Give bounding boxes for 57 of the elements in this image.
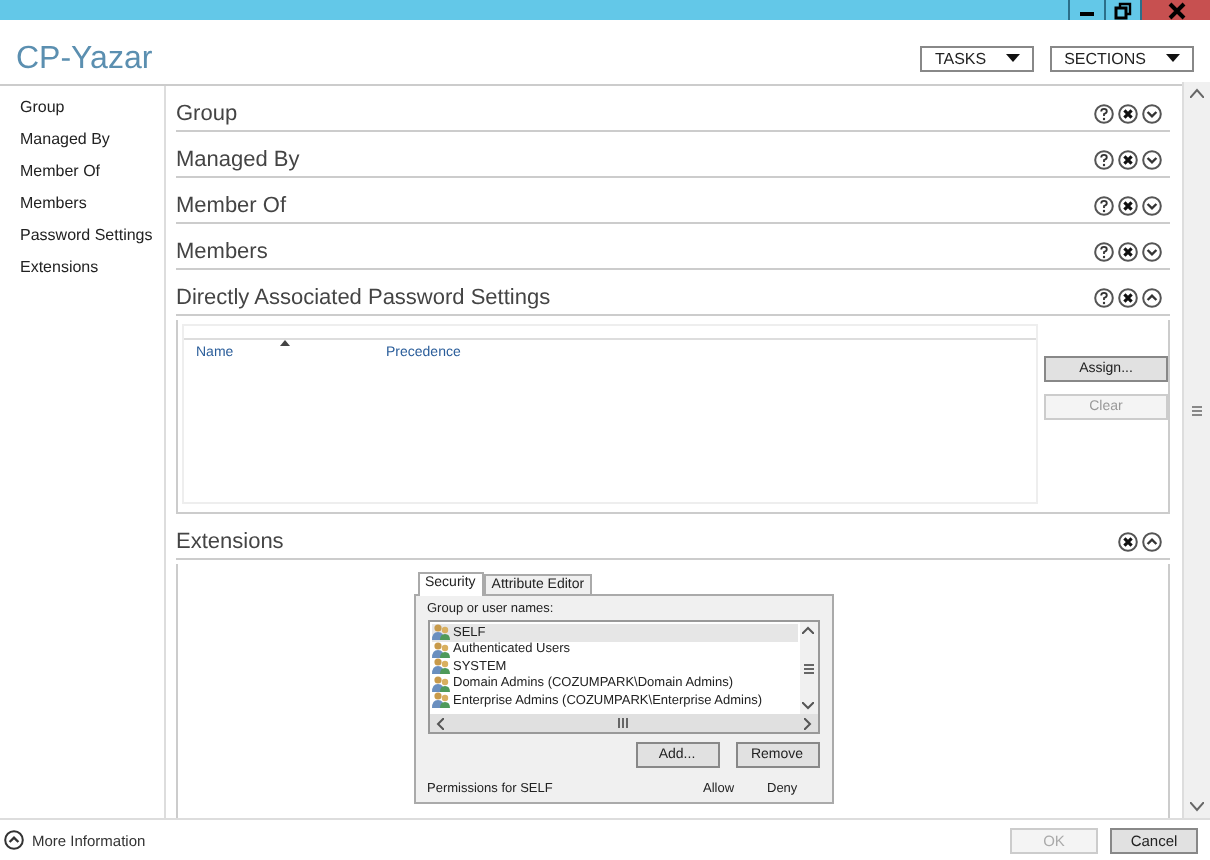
help-icon[interactable]	[1094, 104, 1114, 124]
scroll-up-icon[interactable]	[802, 626, 814, 634]
collapse-icon[interactable]	[1142, 288, 1162, 308]
close-icon[interactable]	[1118, 196, 1138, 216]
users-icon	[431, 624, 449, 641]
expand-icon[interactable]	[1142, 196, 1162, 216]
expand-icon[interactable]	[1142, 242, 1162, 262]
minimize-icon	[1080, 12, 1094, 16]
section-title[interactable]: Managed By	[176, 148, 300, 172]
section-title[interactable]: Members	[176, 240, 268, 264]
scroll-left-icon[interactable]	[435, 717, 443, 729]
dropdown-button[interactable]: TASKS	[920, 45, 1035, 71]
scroll-down-icon[interactable]	[802, 702, 814, 710]
help-icon[interactable]	[1094, 196, 1114, 216]
section-title[interactable]: Group	[176, 102, 238, 126]
dropdown-button[interactable]: SECTIONS	[1050, 45, 1194, 71]
close-icon[interactable]	[1118, 150, 1138, 170]
scroll-thumb-grip-icon[interactable]	[1192, 405, 1202, 415]
collapse-icon[interactable]	[1142, 532, 1162, 552]
close-icon[interactable]	[1118, 288, 1138, 308]
scroll-down-icon[interactable]	[1190, 802, 1204, 812]
section-title[interactable]: Directly Associated Password Settings	[176, 286, 551, 310]
close-icon[interactable]	[1118, 532, 1138, 552]
expand-icon[interactable]	[1142, 150, 1162, 170]
close-button[interactable]	[1140, 0, 1210, 20]
sidebar-item[interactable]: Extensions	[20, 258, 164, 290]
help-icon[interactable]	[1094, 288, 1114, 308]
scrollbar[interactable]	[429, 714, 817, 732]
expand-icon[interactable]	[1142, 104, 1162, 124]
users-icon	[431, 675, 449, 692]
close-icon[interactable]	[1118, 104, 1138, 124]
section-title[interactable]: Extensions	[176, 530, 284, 554]
sidebar-item[interactable]: Password Settings	[20, 226, 164, 258]
sort-icon	[280, 340, 290, 346]
help-icon[interactable]	[1094, 150, 1114, 170]
scroll-right-icon[interactable]	[803, 717, 811, 729]
sidebar-item[interactable]: Managed By	[20, 130, 164, 162]
users-icon	[431, 641, 449, 658]
help-icon[interactable]	[1094, 242, 1114, 262]
scrollbar[interactable]	[1182, 82, 1210, 818]
scroll-thumb-grip-icon[interactable]	[803, 663, 813, 673]
users-icon	[431, 658, 449, 675]
sidebar-item[interactable]: Members	[20, 194, 164, 226]
scroll-up-icon[interactable]	[1190, 88, 1204, 98]
caret-icon	[1166, 54, 1180, 62]
section-title[interactable]: Member Of	[176, 194, 287, 218]
expand-up-icon	[4, 830, 24, 850]
close-icon	[1167, 1, 1185, 19]
scrollbar[interactable]	[799, 622, 817, 714]
users-icon	[431, 692, 449, 709]
sidebar-item[interactable]: Member Of	[20, 162, 164, 194]
restore-icon	[1114, 1, 1132, 19]
close-icon[interactable]	[1118, 242, 1138, 262]
scroll-thumb-grip-icon[interactable]	[618, 718, 628, 728]
sidebar-item[interactable]: Group	[20, 98, 164, 130]
caret-icon	[1006, 54, 1021, 62]
window-title: CP-Yazar	[16, 42, 153, 78]
